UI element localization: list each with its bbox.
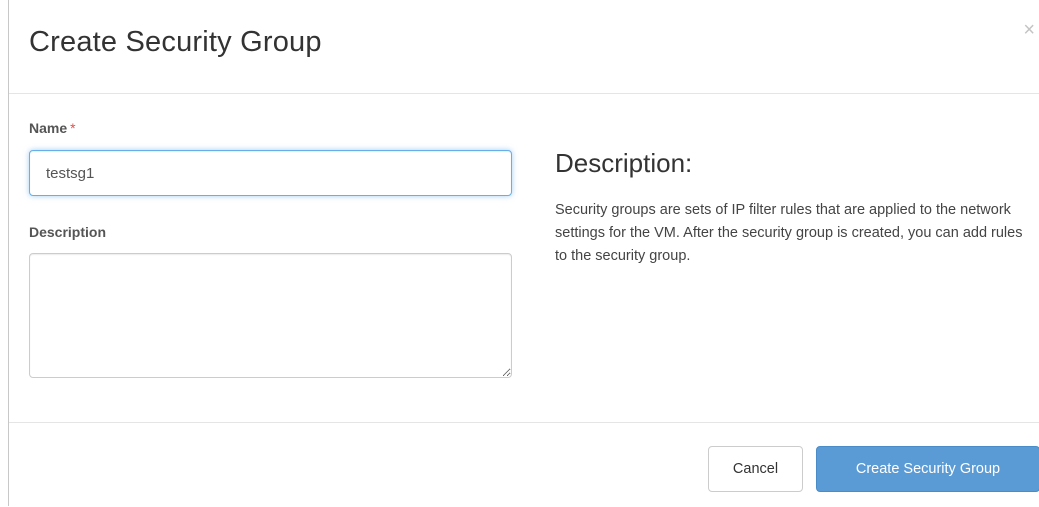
create-security-group-dialog: Create Security Group × Name* Descriptio… — [8, 0, 1039, 506]
name-label: Name * — [29, 120, 76, 136]
dialog-title: Create Security Group — [29, 26, 322, 58]
help-heading: Description: — [555, 148, 693, 178]
name-label-text: Name — [29, 120, 68, 136]
help-text: Security groups are sets of IP filter ru… — [555, 202, 1023, 264]
description-textarea[interactable] — [29, 253, 512, 378]
cancel-button[interactable]: Cancel — [708, 446, 803, 492]
dialog-footer: Cancel Create Security Group — [9, 422, 1039, 507]
description-label: Description — [29, 224, 107, 240]
dialog-body: Name* Description Description: Security … — [9, 94, 1039, 422]
name-input[interactable] — [29, 150, 512, 196]
close-icon[interactable]: × — [1023, 20, 1035, 40]
required-marker: * — [70, 120, 76, 136]
create-security-group-button[interactable]: Create Security Group — [816, 446, 1039, 492]
dialog-header: Create Security Group × — [9, 0, 1039, 94]
